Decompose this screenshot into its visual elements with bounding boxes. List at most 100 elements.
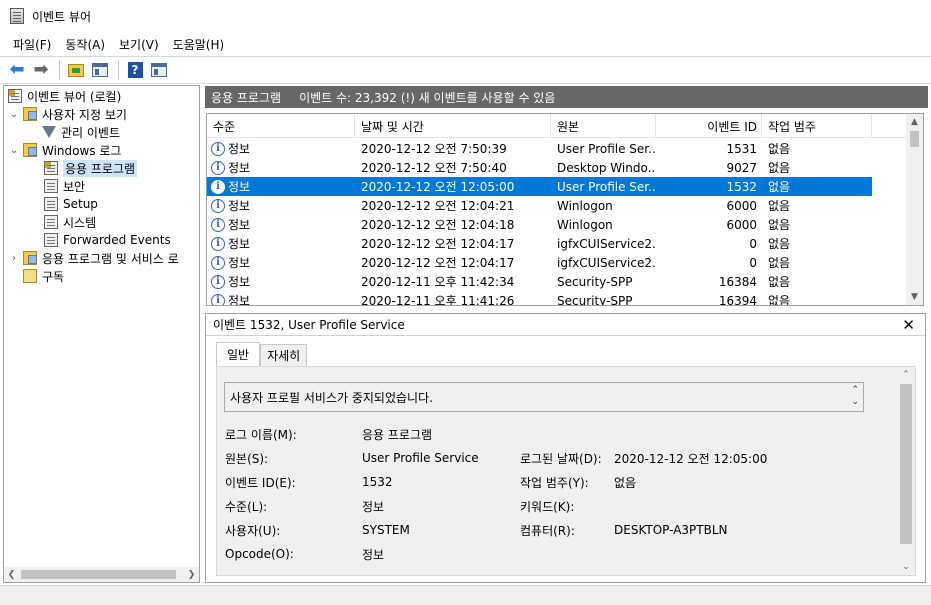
- cell-level: i 정보: [211, 139, 351, 158]
- event-message: 사용자 프로필 서비스가 중지되었습니다.: [230, 390, 433, 405]
- cell-event-id: 0: [656, 253, 757, 272]
- tree-item-admin-events[interactable]: 관리 이벤트: [42, 123, 120, 141]
- log-name-value: 응용 프로그램: [362, 427, 433, 442]
- cell-level-text: 정보: [228, 256, 251, 270]
- cell-level-text: 정보: [228, 237, 251, 251]
- close-icon[interactable]: ✕: [902, 316, 915, 334]
- detail-vertical-scrollbar[interactable]: ⌃ ⌄: [897, 367, 915, 575]
- event-row[interactable]: i 정보 2020-12-12 오전 7:50:40 Desktop Windo...…: [207, 158, 872, 177]
- event-row[interactable]: i 정보 2020-12-12 오전 7:50:39 User Profile Ser…: [207, 139, 872, 158]
- tree-item-windows-logs[interactable]: ⌄ Windows 로그: [8, 141, 121, 159]
- action-pane-button[interactable]: [148, 59, 170, 81]
- cell-datetime-text: 2020-12-11 오후 11:42:34: [361, 275, 515, 289]
- tree-item-custom-views[interactable]: ⌄ 사용자 지정 보기: [8, 105, 127, 123]
- tab-general[interactable]: 일반: [216, 342, 261, 366]
- forward-button[interactable]: ➡: [30, 59, 52, 81]
- event-id-label: 이벤트 ID(E):: [225, 475, 296, 490]
- help-button[interactable]: ?: [124, 59, 146, 81]
- event-list[interactable]: 수준 날짜 및 시간 원본 이벤트 ID 작업 범주 i 정보 2020-12-12…: [206, 113, 924, 306]
- folder-icon: [23, 251, 37, 265]
- info-icon: i: [211, 179, 225, 194]
- cell-event-id: 1531: [656, 139, 757, 158]
- tree-item-security[interactable]: 보안: [44, 177, 85, 195]
- tree-item-subscriptions[interactable]: 구독: [23, 267, 64, 285]
- help-icon: ?: [127, 62, 143, 78]
- cell-event-id: 0: [656, 234, 757, 253]
- cell-event-id-text: 9027: [726, 160, 757, 175]
- log-icon: [44, 197, 58, 211]
- log-icon: [44, 179, 58, 193]
- tree-item-forwarded-events[interactable]: Forwarded Events: [44, 231, 171, 249]
- info-icon: i: [211, 293, 225, 305]
- chevron-down-icon[interactable]: ⌄: [8, 109, 20, 120]
- logged-label: 로그된 날짜(D):: [520, 451, 602, 466]
- cell-datetime: 2020-12-12 오전 7:50:39: [361, 139, 551, 158]
- scrollbar-thumb[interactable]: [21, 570, 176, 579]
- column-header-source[interactable]: 원본: [551, 114, 656, 138]
- tree-item-label: 응용 프로그램 및 서비스 로: [42, 251, 179, 266]
- tree-item-label: Setup: [63, 197, 98, 211]
- cell-datetime: 2020-12-12 오전 12:05:00: [361, 177, 551, 196]
- scroll-down-icon[interactable]: ▼: [906, 289, 923, 305]
- cell-datetime: 2020-12-12 오전 12:04:18: [361, 215, 551, 234]
- menu-action[interactable]: 동작(A): [58, 36, 112, 53]
- tree-item-setup[interactable]: Setup: [44, 195, 98, 213]
- event-message-box[interactable]: 사용자 프로필 서비스가 중지되었습니다. ⌃ ⌄: [224, 382, 864, 412]
- cell-datetime: 2020-12-12 오전 12:04:17: [361, 234, 551, 253]
- open-folder-button[interactable]: [65, 59, 87, 81]
- event-row[interactable]: i 정보 2020-12-12 오전 12:04:18 Winlogon 6000 없음: [207, 215, 872, 234]
- cell-category-text: 없음: [768, 294, 791, 306]
- column-header-level[interactable]: 수준: [207, 114, 355, 138]
- event-row[interactable]: i 정보 2020-12-11 오후 11:41:26 Security-SPP 163…: [207, 291, 872, 306]
- event-list-vertical-scrollbar[interactable]: ▲ ▼: [906, 114, 923, 305]
- tree-item-system[interactable]: 시스템: [44, 213, 96, 231]
- event-row[interactable]: i 정보 2020-12-11 오후 11:42:34 Security-SPP 163…: [207, 272, 872, 291]
- column-header-event-id[interactable]: 이벤트 ID: [656, 114, 762, 138]
- cell-category-text: 없음: [768, 142, 791, 156]
- tree-item-label: 이벤트 뷰어 (로컬): [27, 89, 122, 104]
- message-scroll-arrows-icon[interactable]: ⌃ ⌄: [851, 384, 859, 408]
- navigation-tree[interactable]: 이벤트 뷰어 (로컬) ⌄ 사용자 지정 보기 관리 이벤트 ⌄ Windows…: [3, 85, 200, 583]
- scroll-right-icon[interactable]: ❯: [184, 570, 199, 580]
- scroll-down-icon[interactable]: ⌄: [897, 559, 915, 575]
- show-hide-tree-button[interactable]: [89, 59, 111, 81]
- cell-datetime-text: 2020-12-12 오전 7:50:39: [361, 142, 507, 156]
- scrollbar-thumb[interactable]: [900, 384, 912, 544]
- chevron-down-icon[interactable]: ⌄: [8, 145, 20, 156]
- toolbar-separator: [59, 60, 60, 80]
- scroll-up-icon[interactable]: ▲: [906, 114, 923, 130]
- scroll-up-icon[interactable]: ⌃: [897, 367, 915, 383]
- column-header-category[interactable]: 작업 범주: [762, 114, 872, 138]
- tree-item-event-viewer-local[interactable]: 이벤트 뷰어 (로컬): [8, 87, 121, 105]
- cell-event-id-text: 16384: [718, 274, 757, 289]
- scroll-left-icon[interactable]: ❮: [4, 570, 19, 580]
- scrollbar-thumb[interactable]: [910, 131, 919, 147]
- tree-item-application[interactable]: 응용 프로그램: [44, 159, 138, 177]
- menu-view[interactable]: 보기(V): [112, 36, 166, 53]
- menu-file[interactable]: 파일(F): [6, 36, 58, 53]
- event-row[interactable]: i 정보 2020-12-12 오전 12:04:21 Winlogon 6000 없음: [207, 196, 872, 215]
- cell-source: User Profile Ser...: [557, 139, 656, 158]
- tab-details[interactable]: 자세히: [260, 344, 308, 366]
- cell-datetime: 2020-12-12 오전 12:04:21: [361, 196, 551, 215]
- event-row[interactable]: i 정보 2020-12-12 오전 12:04:17 igfxCUIService2…: [207, 234, 872, 253]
- event-row[interactable]: i 정보 2020-12-12 오전 12:05:00 User Profile Se…: [207, 177, 872, 196]
- back-button[interactable]: ⬅: [6, 59, 28, 81]
- cell-event-id-text: 6000: [726, 198, 757, 213]
- computer-value: DESKTOP-A3PTBLN: [614, 523, 728, 537]
- menu-help[interactable]: 도움말(H): [166, 36, 232, 53]
- window-title: 이벤트 뷰어: [32, 9, 92, 24]
- computer-label: 컴퓨터(R):: [520, 523, 575, 538]
- column-header-datetime[interactable]: 날짜 및 시간: [355, 114, 551, 138]
- tree-item-apps-and-services[interactable]: › 응용 프로그램 및 서비스 로: [8, 249, 179, 267]
- action-pane-icon: [151, 63, 167, 77]
- status-bar: [0, 585, 931, 605]
- chevron-right-icon[interactable]: ›: [8, 253, 20, 264]
- tree-item-label: Forwarded Events: [63, 233, 171, 247]
- subscription-icon: [23, 269, 37, 283]
- info-icon: i: [211, 274, 225, 289]
- cell-source-text: User Profile Ser...: [557, 179, 656, 194]
- tree-horizontal-scrollbar[interactable]: ❮ ❯: [4, 567, 199, 582]
- source-label: 원본(S):: [225, 451, 269, 466]
- event-row[interactable]: i 정보 2020-12-12 오전 12:04:17 igfxCUIService2…: [207, 253, 872, 272]
